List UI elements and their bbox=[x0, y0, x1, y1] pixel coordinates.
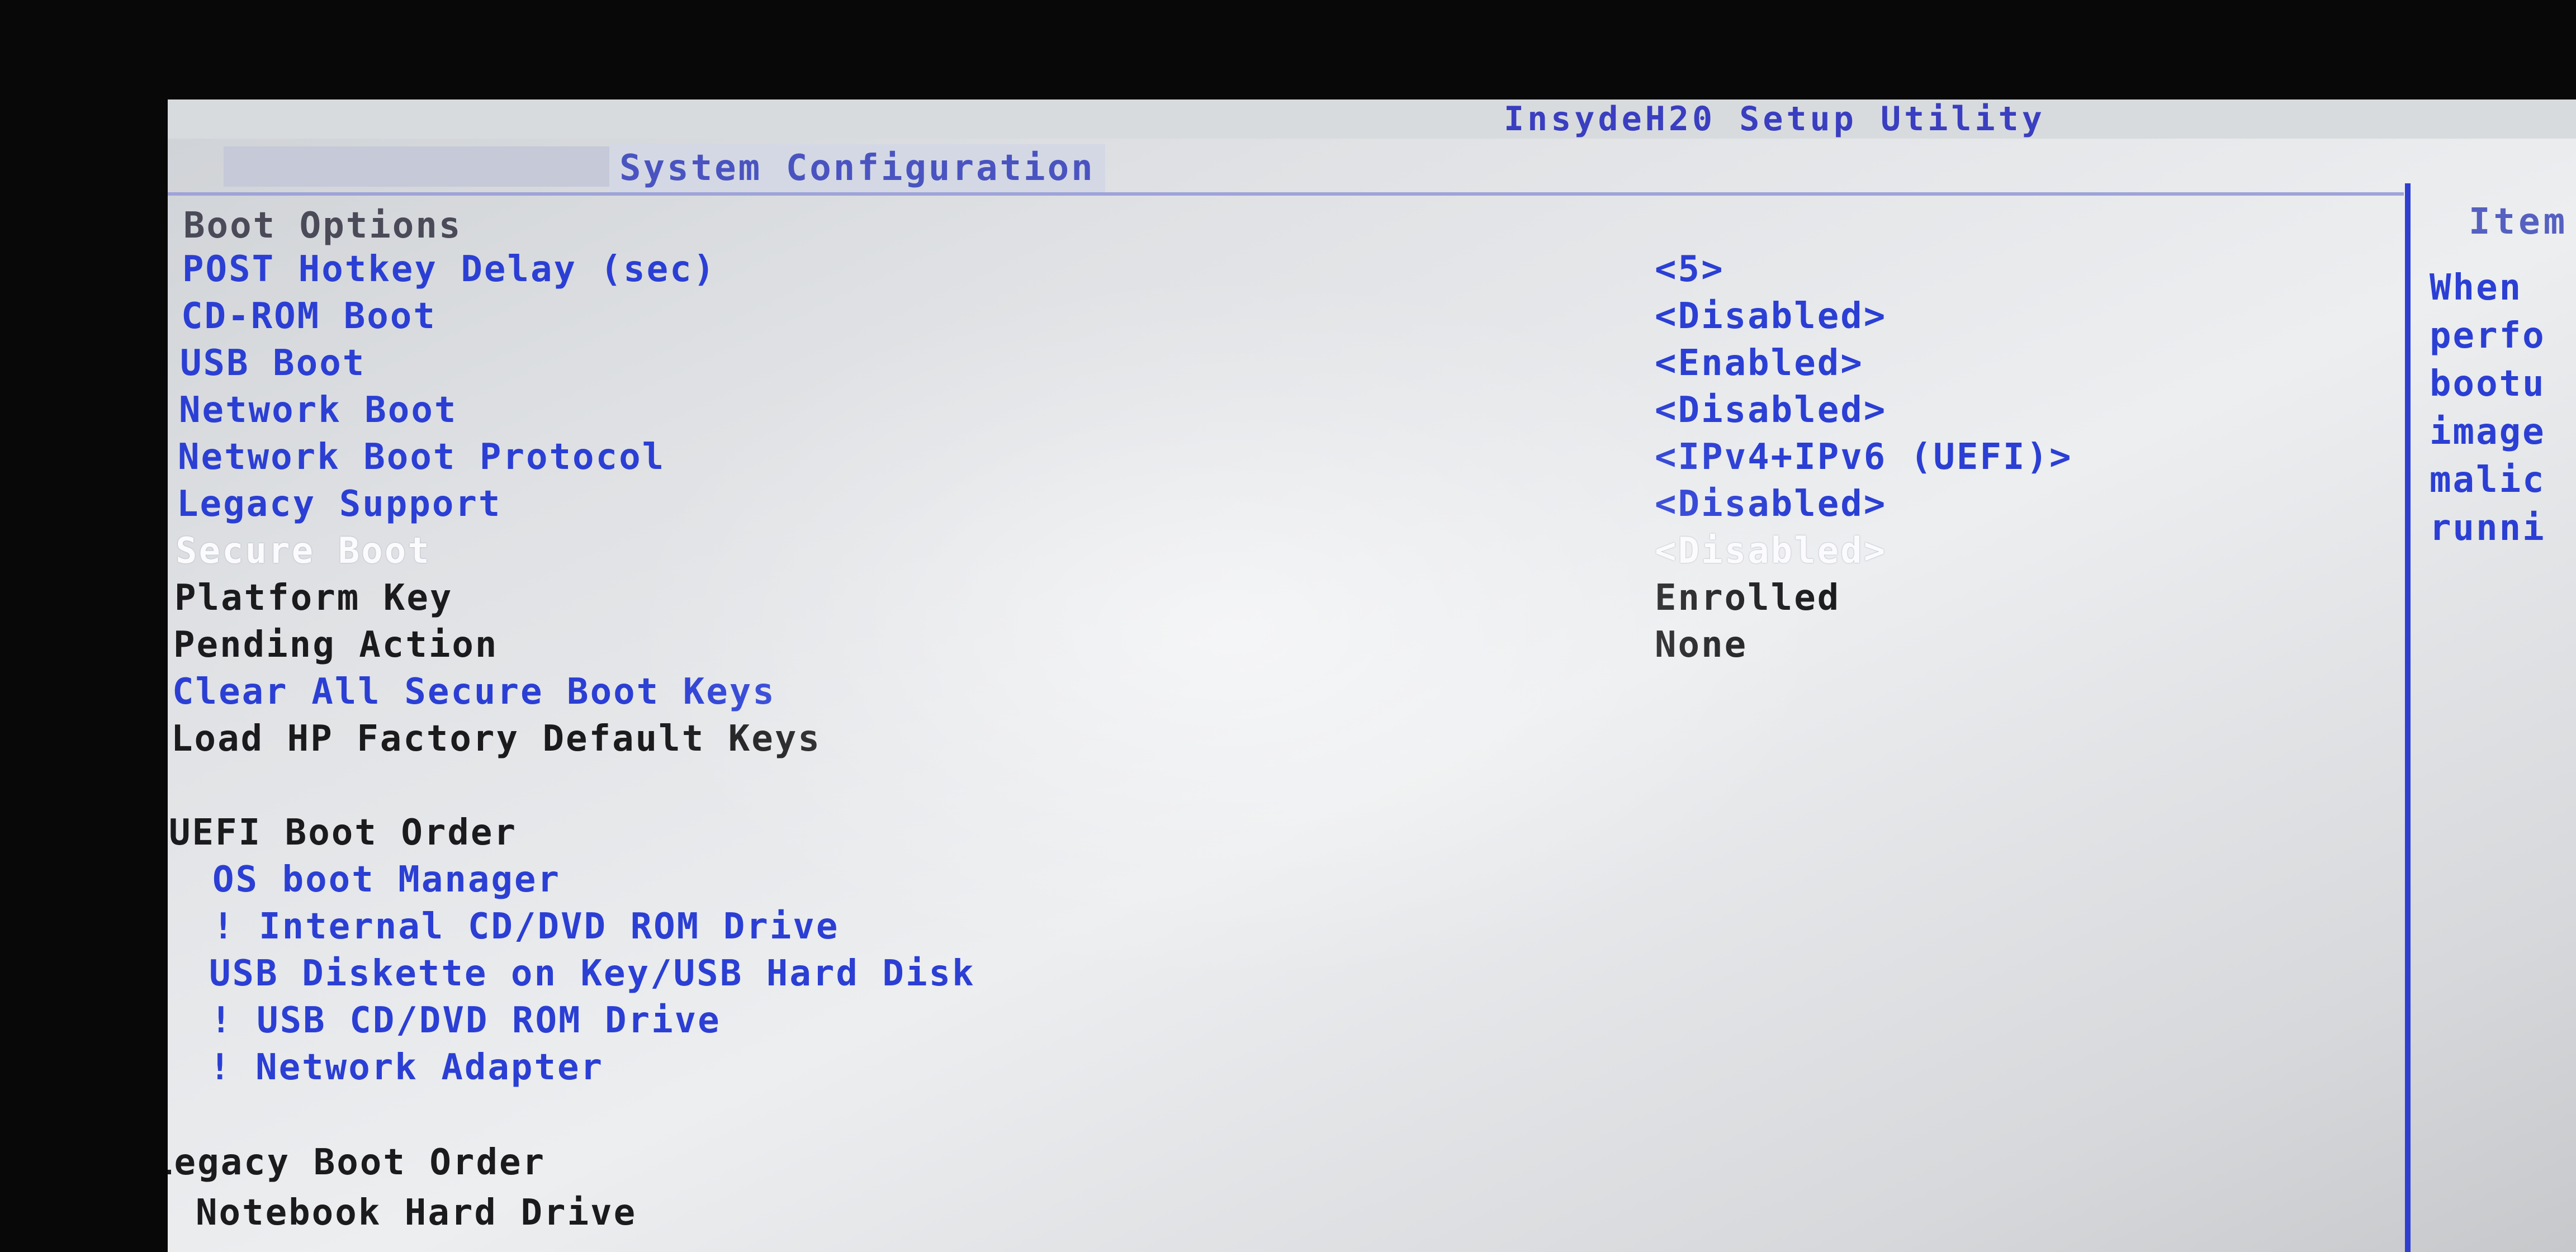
setting-row-network-boot[interactable]: Network Boot <Disabled> bbox=[168, 387, 2404, 434]
legacy-boot-item[interactable]: Notebook Hard Drive bbox=[168, 1189, 2404, 1236]
setting-value[interactable]: <Disabled> bbox=[1655, 387, 1887, 434]
uefi-boot-item[interactable]: ! Internal CD/DVD ROM Drive bbox=[168, 903, 2404, 950]
setting-value[interactable]: <Disabled> bbox=[1655, 528, 1887, 575]
action-load-hp-factory-default-keys[interactable]: Load HP Factory Default Keys bbox=[168, 715, 2404, 762]
title-bar: InsydeH20 Setup Utility bbox=[168, 99, 2576, 139]
setting-value[interactable]: <Disabled> bbox=[1655, 293, 1887, 340]
help-text-line: bootu bbox=[2430, 363, 2546, 405]
action-label[interactable]: Clear All Secure Boot Keys bbox=[172, 668, 776, 715]
action-label[interactable]: Load HP Factory Default Keys bbox=[171, 715, 821, 762]
setting-row-legacy-support[interactable]: Legacy Support <Disabled> bbox=[168, 481, 2404, 528]
setting-value: Enrolled bbox=[1655, 577, 1841, 619]
uefi-boot-item[interactable]: ! Network Adapter bbox=[168, 1044, 2404, 1091]
bios-screen: InsydeH20 Setup Utility System Configura… bbox=[168, 99, 2576, 1252]
setting-value[interactable]: <IPv4+IPv6 (UEFI)> bbox=[1655, 434, 2073, 481]
setting-label: CD-ROM Boot bbox=[181, 296, 437, 337]
help-text-line: image bbox=[2430, 411, 2546, 453]
item-help-panel: Item When perfo bootu image malic runni bbox=[2413, 195, 2576, 1252]
boot-device-label[interactable]: ! Internal CD/DVD ROM Drive bbox=[212, 903, 839, 950]
setting-value[interactable]: <5> bbox=[1655, 246, 1725, 293]
setting-label: Pending Action bbox=[173, 624, 499, 666]
legacy-boot-order-header-row: Legacy Boot Order bbox=[168, 1139, 2404, 1186]
boot-device-label[interactable]: OS boot Manager bbox=[212, 856, 561, 903]
uefi-boot-order-header-row: UEFI Boot Order bbox=[168, 809, 2404, 856]
setting-row-platform-key: Platform Key Enrolled bbox=[168, 575, 2404, 622]
setting-row-pending-action: Pending Action None bbox=[168, 622, 2404, 668]
help-text-line: When bbox=[2430, 267, 2523, 309]
setting-value: None bbox=[1655, 624, 1748, 666]
setting-label: Secure Boot bbox=[176, 530, 431, 572]
setting-label: Platform Key bbox=[174, 577, 453, 619]
legacy-boot-order-header: Legacy Boot Order bbox=[168, 1142, 546, 1183]
setting-label: Network Boot Protocol bbox=[178, 437, 666, 478]
tab-system-configuration[interactable]: System Configuration bbox=[609, 144, 1105, 192]
uefi-boot-order-header: UEFI Boot Order bbox=[169, 812, 517, 853]
help-panel-divider bbox=[2405, 183, 2411, 1252]
boot-device-label[interactable]: USB Diskette on Key/USB Hard Disk bbox=[209, 950, 976, 997]
tab-bar-shade bbox=[224, 146, 632, 187]
settings-panel: Boot Options POST Hotkey Delay (sec) <5>… bbox=[168, 200, 2404, 1252]
setting-row-cd-rom-boot[interactable]: CD-ROM Boot <Disabled> bbox=[168, 293, 2404, 340]
setting-value[interactable]: <Disabled> bbox=[1655, 481, 1887, 528]
help-panel-title: Item bbox=[2469, 201, 2569, 243]
setting-label: USB Boot bbox=[180, 343, 366, 384]
setting-value[interactable]: <Enabled> bbox=[1655, 340, 1864, 387]
uefi-boot-item[interactable]: USB Diskette on Key/USB Hard Disk bbox=[168, 950, 2404, 997]
boot-device-label[interactable]: ! Network Adapter bbox=[209, 1044, 604, 1091]
app-title: InsydeH20 Setup Utility bbox=[1504, 99, 2045, 139]
action-clear-secure-boot-keys[interactable]: Clear All Secure Boot Keys bbox=[168, 668, 2404, 715]
setting-row-secure-boot-selected[interactable]: Secure Boot <Disabled> bbox=[168, 528, 2404, 575]
header-divider bbox=[168, 192, 2404, 196]
boot-device-label[interactable]: ! USB CD/DVD ROM Drive bbox=[210, 997, 721, 1044]
boot-options-header: Boot Options bbox=[183, 205, 462, 246]
tab-bar: System Configuration bbox=[168, 144, 2576, 192]
setting-row-network-boot-protocol[interactable]: Network Boot Protocol <IPv4+IPv6 (UEFI)> bbox=[168, 434, 2404, 481]
setting-row-post-hotkey-delay[interactable]: POST Hotkey Delay (sec) <5> bbox=[168, 246, 2404, 293]
setting-label: Network Boot bbox=[179, 390, 458, 431]
uefi-boot-item[interactable]: OS boot Manager bbox=[168, 856, 2404, 903]
setting-label: POST Hotkey Delay (sec) bbox=[182, 249, 717, 290]
setting-row-usb-boot[interactable]: USB Boot <Enabled> bbox=[168, 340, 2404, 387]
uefi-boot-item[interactable]: ! USB CD/DVD ROM Drive bbox=[168, 997, 2404, 1044]
boot-options-header-row: Boot Options bbox=[168, 202, 2404, 249]
boot-device-label[interactable]: Notebook Hard Drive bbox=[196, 1189, 637, 1236]
help-text-line: perfo bbox=[2430, 315, 2546, 357]
setting-label: Legacy Support bbox=[177, 483, 502, 525]
help-text-line: runni bbox=[2430, 508, 2546, 549]
help-text-line: malic bbox=[2430, 459, 2546, 501]
